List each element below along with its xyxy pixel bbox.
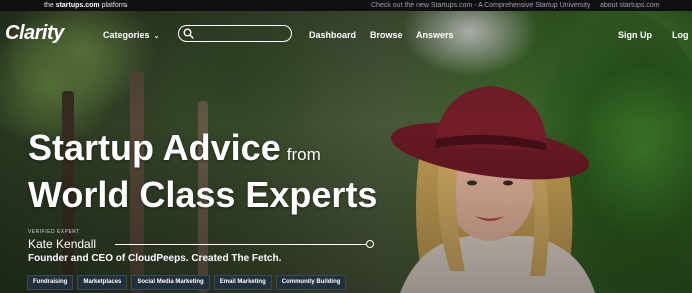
- platform-brand-name: startups.com: [55, 2, 100, 9]
- hero-headline: Startup Advice from World Class Experts: [28, 128, 377, 215]
- expert-tags: Fundraising Marketplaces Social Media Ma…: [27, 275, 347, 290]
- platform-brand-prefix: the: [44, 2, 54, 9]
- headline-line2: World Class Experts: [28, 174, 378, 215]
- nav-dashboard[interactable]: Dashboard: [309, 30, 356, 40]
- headline-from: from: [286, 145, 321, 164]
- platform-bar: the startups.com platform ⌄ Check out th…: [0, 0, 692, 11]
- clarity-logo[interactable]: Clarity: [5, 22, 64, 45]
- search-box[interactable]: [178, 25, 292, 42]
- top-nav: Clarity Categories ⌄ Dashboard Browse Ans…: [0, 11, 692, 59]
- tag-marketplaces[interactable]: Marketplaces: [77, 275, 128, 290]
- nav-browse[interactable]: Browse: [370, 30, 403, 40]
- platform-brand-link[interactable]: the startups.com platform: [44, 0, 127, 11]
- about-link[interactable]: about startups.com: [600, 0, 660, 11]
- expert-bio: Founder and CEO of CloudPeeps. Created T…: [28, 253, 282, 264]
- search-icon: [183, 28, 194, 39]
- tag-social-media-marketing[interactable]: Social Media Marketing: [131, 275, 210, 290]
- chevron-down-icon[interactable]: ⌄: [123, 0, 129, 11]
- headline-line1: Startup Advice: [28, 127, 281, 168]
- nav-answers[interactable]: Answers: [416, 30, 454, 40]
- promo-link[interactable]: Check out the new Startups.com - A Compr…: [371, 0, 590, 11]
- tag-email-marketing[interactable]: Email Marketing: [213, 275, 272, 290]
- expert-divider: [115, 244, 367, 245]
- chevron-down-icon: ⌄: [153, 33, 160, 40]
- verified-expert-label: VERIFIED EXPERT: [28, 229, 80, 235]
- nav-signup[interactable]: Sign Up: [618, 30, 652, 40]
- categories-menu[interactable]: Categories ⌄: [103, 30, 159, 40]
- tag-fundraising[interactable]: Fundraising: [27, 275, 74, 290]
- nav-login[interactable]: Log: [672, 30, 689, 40]
- expert-pointer-dot: [366, 240, 374, 248]
- categories-label: Categories: [103, 30, 150, 40]
- expert-name[interactable]: Kate Kendall: [28, 237, 96, 251]
- search-input[interactable]: [197, 27, 289, 41]
- tag-community-building[interactable]: Community Building: [275, 275, 347, 290]
